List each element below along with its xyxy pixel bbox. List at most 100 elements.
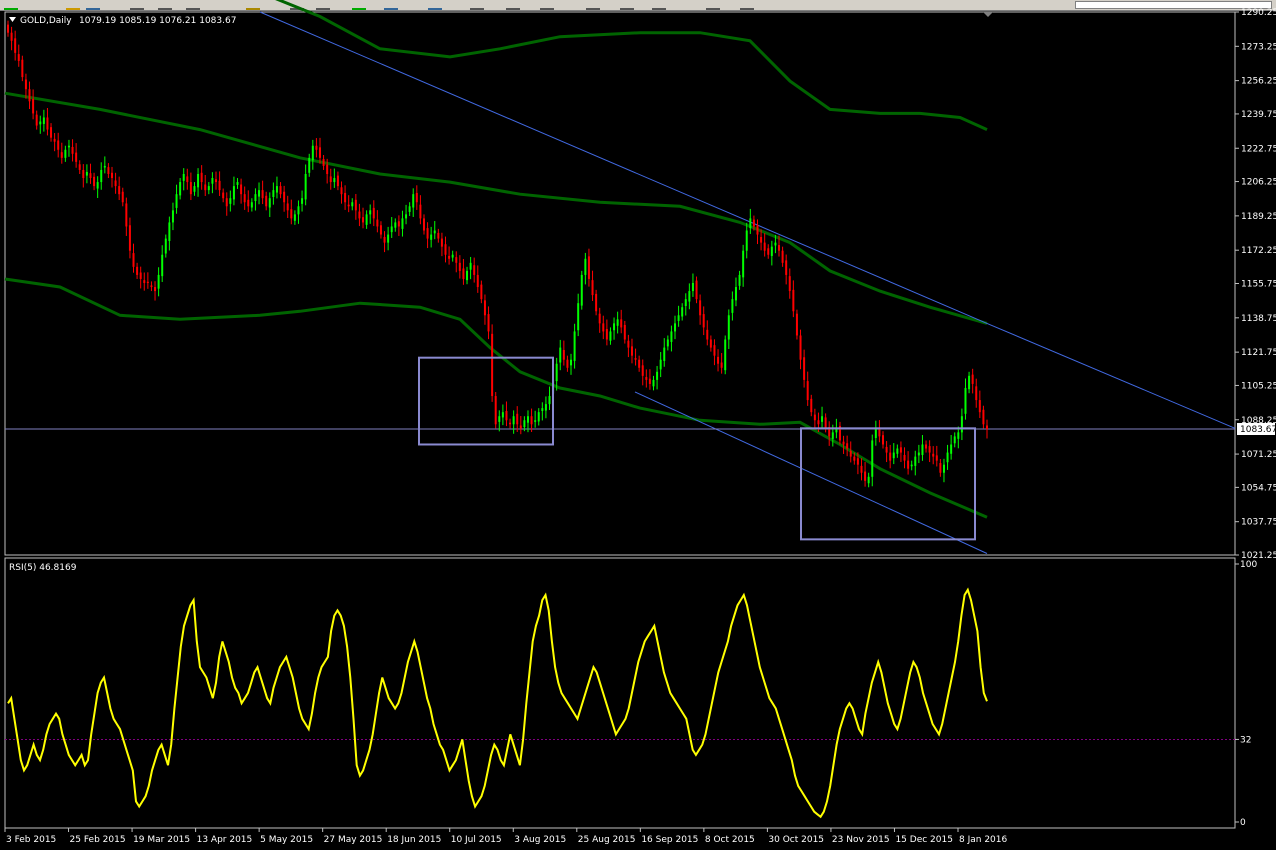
price-tick-label: 1206.25 <box>1241 178 1276 188</box>
candle-body <box>666 339 669 347</box>
candle-body <box>89 173 92 179</box>
candle-body <box>422 218 425 231</box>
highlight-box[interactable] <box>418 356 554 446</box>
candle-body <box>39 121 42 125</box>
rsi-label: RSI(5) 46.8169 <box>9 563 77 573</box>
candle-body <box>82 169 85 179</box>
candle-body <box>577 303 580 331</box>
candle-body <box>691 282 694 292</box>
candle-body <box>362 217 365 223</box>
candle-body <box>914 456 917 466</box>
candle-body <box>171 210 174 223</box>
candle-body <box>308 157 311 173</box>
candle-body <box>229 198 232 204</box>
dropdown-arrow-icon[interactable] <box>9 17 16 22</box>
candle-body <box>699 300 702 316</box>
price-tick-label: 1121.75 <box>1241 348 1276 358</box>
candle-body <box>462 268 465 279</box>
candle-body <box>975 386 978 401</box>
candle-body <box>605 329 608 340</box>
highlight-box[interactable] <box>800 427 976 541</box>
trend-lines[interactable] <box>259 11 1236 554</box>
time-tick-label: 16 Sep 2015 <box>641 835 698 845</box>
candle-body <box>688 291 691 302</box>
rsi-tick-label: 32 <box>1240 735 1251 745</box>
rsi-panel-frame <box>4 557 1236 829</box>
candle-body <box>501 412 504 418</box>
candle-body <box>534 420 537 422</box>
candle-body <box>222 192 225 199</box>
candle-body <box>476 274 479 288</box>
candle-body <box>530 416 533 425</box>
candle-body <box>570 359 573 366</box>
candle-body <box>24 79 27 90</box>
candle-body <box>430 234 433 240</box>
candle-body <box>42 117 45 124</box>
candle-body <box>232 186 235 200</box>
candle-body <box>437 232 440 239</box>
candle-body <box>853 456 856 461</box>
candle-body <box>871 440 874 477</box>
chart-shift-marker-icon[interactable] <box>983 12 993 17</box>
candle-body <box>803 357 806 380</box>
candle-body <box>968 375 971 390</box>
candle-body <box>225 198 228 207</box>
candle-body <box>261 190 264 199</box>
candle-body <box>760 236 763 243</box>
time-tick-label: 25 Aug 2015 <box>578 835 636 845</box>
candle-body <box>397 221 400 227</box>
candle-body <box>218 180 221 191</box>
trend-line[interactable] <box>634 391 988 554</box>
candle-body <box>103 165 106 168</box>
candle-body <box>824 417 827 429</box>
candle-body <box>53 138 56 142</box>
candle-body <box>562 350 565 360</box>
candle-body <box>293 214 296 221</box>
candle-body <box>60 152 63 158</box>
candle-body <box>164 238 167 254</box>
candle-body <box>315 145 318 150</box>
candle-body <box>322 159 325 166</box>
candle-body <box>763 242 766 251</box>
candle-body <box>971 374 974 384</box>
candle-body <box>656 371 659 380</box>
price-tick-label: 1155.75 <box>1241 280 1276 290</box>
chart-canvas[interactable]: 1290.25 1273.25 1256.25 1239.75 1222.75 1206.… <box>0 0 1276 850</box>
candle-body <box>964 387 967 414</box>
candle-body <box>921 444 924 455</box>
highlight-boxes[interactable] <box>418 356 976 541</box>
candle-body <box>950 444 953 454</box>
candle-body <box>627 340 630 348</box>
candle-body <box>154 287 157 292</box>
candle-body <box>455 257 458 263</box>
candle-body <box>204 184 207 191</box>
price-tick-label: 1071.25 <box>1241 450 1276 460</box>
candle-body <box>483 300 486 316</box>
candle-body <box>695 280 698 300</box>
candle-body <box>329 176 332 183</box>
candle-body <box>717 356 720 364</box>
time-tick-label: 8 Jan 2016 <box>959 835 1007 845</box>
candle-body <box>125 203 128 227</box>
candle-body <box>745 230 748 251</box>
candle-body <box>387 234 390 243</box>
candle-body <box>509 422 512 425</box>
candle-body <box>283 191 286 203</box>
rsi-tick-label: 0 <box>1240 818 1246 828</box>
candle-body <box>275 186 278 193</box>
candle-body <box>946 452 949 463</box>
candle-body <box>842 441 845 445</box>
candle-body <box>939 463 942 473</box>
candle-body <box>512 416 515 425</box>
candle-body <box>254 194 257 202</box>
price-tick-label: 1290.25 <box>1241 8 1276 18</box>
candle-body <box>917 452 920 456</box>
candle-body <box>365 214 368 225</box>
candle-body <box>168 222 171 242</box>
candle-body <box>146 281 149 283</box>
candle-body <box>752 219 755 227</box>
candle-body <box>304 173 307 200</box>
candle-body <box>258 190 261 197</box>
candle-body <box>523 420 526 428</box>
candle-body <box>935 455 938 461</box>
